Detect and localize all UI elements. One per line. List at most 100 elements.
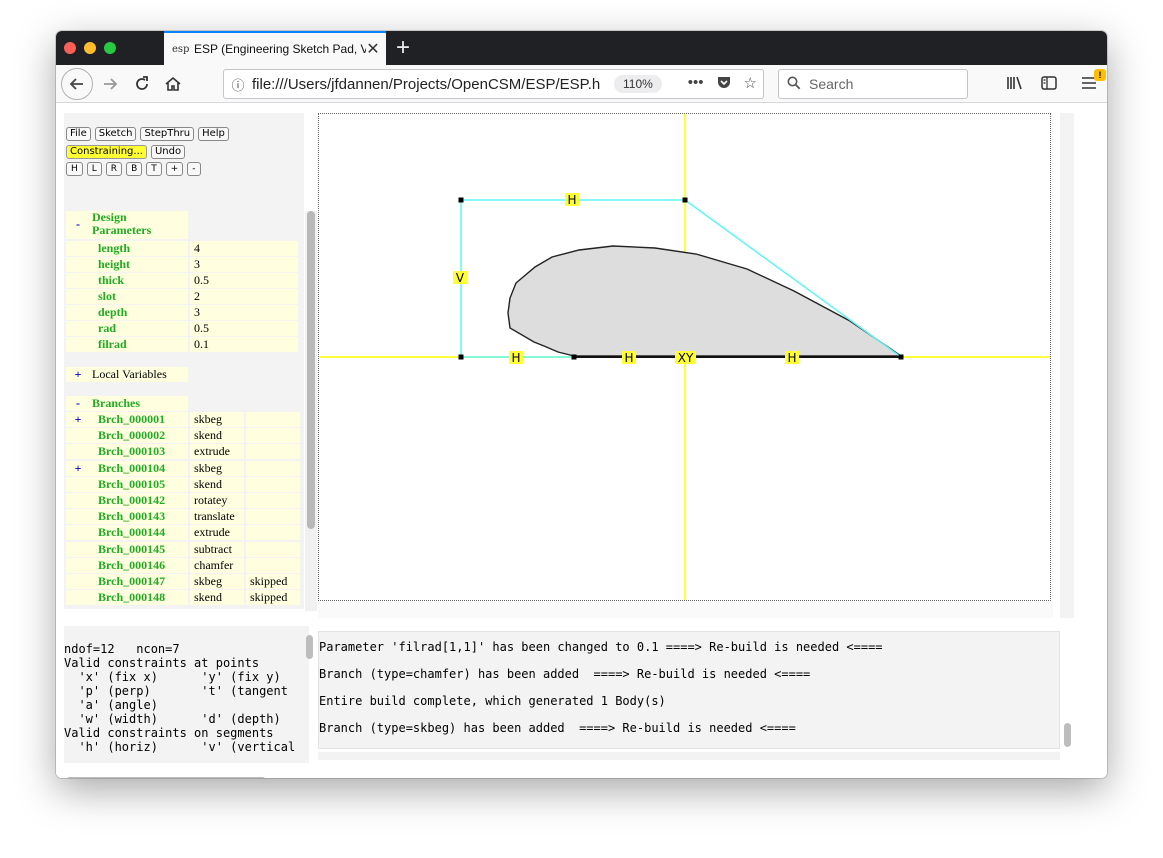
branch-row[interactable]: Brch_000002 skend — [66, 428, 300, 443]
home-button[interactable] — [159, 70, 187, 98]
branch-name[interactable]: Brch_000147 — [90, 574, 188, 589]
param-name[interactable]: thick — [90, 273, 188, 288]
design-parameters-row[interactable]: - Design Parameters — [66, 211, 188, 239]
tree-scrollbar[interactable] — [307, 211, 315, 529]
branch-row[interactable]: Brch_000143 translate — [66, 509, 300, 524]
branch-name[interactable]: Brch_000142 — [90, 493, 188, 508]
library-icon[interactable] — [1006, 75, 1024, 95]
constraint-badge[interactable]: H — [509, 351, 523, 365]
branch-row[interactable]: + Brch_000104 skbeg — [66, 461, 300, 476]
param-value[interactable]: 3 — [190, 305, 298, 320]
sketch-point[interactable] — [458, 197, 464, 203]
local-variables-label[interactable]: Local Variables — [90, 367, 188, 382]
reload-button[interactable] — [128, 70, 156, 98]
branch-type[interactable]: skbeg — [190, 412, 244, 427]
branch-row[interactable]: Brch_000145 subtract — [66, 542, 300, 557]
param-value[interactable]: 0.5 — [190, 273, 298, 288]
sketch-point[interactable] — [571, 354, 577, 360]
design-parameters-toggle[interactable]: - — [66, 211, 90, 239]
branch-name[interactable]: Brch_000001 — [90, 412, 188, 427]
branch-name[interactable]: Brch_000103 — [90, 444, 188, 459]
branch-row[interactable]: Brch_000144 extrude — [66, 525, 300, 540]
branch-toggle[interactable] — [66, 509, 90, 524]
branch-row[interactable]: Brch_000103 extrude — [66, 444, 300, 459]
sketch-svg[interactable]: H V H H XY H — [319, 114, 1050, 600]
local-variables-row[interactable]: + Local Variables — [66, 367, 188, 382]
branch-row[interactable]: Brch_000147 skbeg skipped — [66, 574, 300, 589]
branch-name[interactable]: Brch_000105 — [90, 477, 188, 492]
pocket-icon[interactable] — [716, 74, 732, 94]
param-value[interactable]: 0.1 — [190, 337, 298, 352]
param-value[interactable]: 0.5 — [190, 321, 298, 336]
view-left-button[interactable]: L — [86, 162, 102, 176]
branch-type[interactable]: subtract — [190, 542, 244, 557]
param-row[interactable]: length 4 — [66, 241, 298, 256]
tab-close-icon[interactable]: ✕ — [366, 39, 380, 59]
maximize-window-button[interactable] — [104, 42, 116, 54]
sketch-shape[interactable] — [507, 245, 904, 357]
stepthru-button[interactable]: StepThru — [140, 127, 195, 141]
constraining-button[interactable]: Constraining... — [66, 145, 147, 159]
branches-row[interactable]: - Branches — [66, 396, 188, 411]
branch-name[interactable]: Brch_000145 — [90, 542, 188, 557]
param-row[interactable]: rad 0.5 — [66, 321, 298, 336]
param-row[interactable]: height 3 — [66, 257, 298, 272]
info-icon[interactable]: ⓘ — [224, 75, 252, 94]
param-name[interactable]: filrad — [90, 337, 188, 352]
branch-type[interactable]: skbeg — [190, 574, 244, 589]
branch-name[interactable]: Brch_000143 — [90, 509, 188, 524]
param-row[interactable]: filrad 0.1 — [66, 337, 298, 352]
branch-toggle[interactable] — [66, 574, 90, 589]
address-bar[interactable]: ⓘ file:///Users/jfdannen/Projects/OpenCS… — [223, 69, 764, 99]
zoom-in-button[interactable]: + — [165, 162, 184, 176]
constraint-badge[interactable]: H — [622, 351, 636, 365]
minimize-window-button[interactable] — [84, 42, 96, 54]
branch-row[interactable]: Brch_000148 skend skipped — [66, 590, 300, 605]
back-button[interactable] — [61, 68, 93, 100]
info-vertical-scrollbar[interactable] — [306, 635, 313, 659]
hamburger-menu-button[interactable]: ! — [1080, 69, 1106, 95]
tab-esp[interactable]: esp ESP (Engineering Sketch Pad, V1 ✕ — [164, 31, 386, 65]
sketch-point[interactable] — [458, 354, 464, 360]
branch-row[interactable]: + Brch_000001 skbeg — [66, 412, 300, 427]
message-scrollbar[interactable] — [1064, 723, 1071, 747]
constraint-badge[interactable]: H — [785, 351, 799, 365]
branch-name[interactable]: Brch_000104 — [90, 461, 188, 476]
branch-toggle[interactable] — [66, 525, 90, 540]
info-horizontal-scrollbar[interactable] — [66, 777, 266, 778]
branch-name[interactable]: Brch_000002 — [90, 428, 188, 443]
view-top-button[interactable]: T — [146, 162, 162, 176]
param-name[interactable]: height — [90, 257, 188, 272]
sketch-point[interactable] — [682, 197, 688, 203]
branch-row[interactable]: Brch_000142 rotatey — [66, 493, 300, 508]
sketch-scrollbar[interactable] — [1060, 113, 1074, 618]
branch-type[interactable]: skend — [190, 590, 244, 605]
branch-toggle[interactable]: + — [66, 412, 90, 427]
param-name[interactable]: depth — [90, 305, 188, 320]
view-bottom-button[interactable]: B — [126, 162, 143, 176]
param-name[interactable]: length — [90, 241, 188, 256]
sidebar-toggle-icon[interactable] — [1040, 75, 1058, 95]
sketch-canvas[interactable]: H V H H XY H — [318, 113, 1051, 601]
branch-toggle[interactable]: + — [66, 461, 90, 476]
branch-toggle[interactable] — [66, 493, 90, 508]
branch-row[interactable]: Brch_000146 chamfer — [66, 558, 300, 573]
branch-type[interactable]: extrude — [190, 525, 244, 540]
param-value[interactable]: 3 — [190, 257, 298, 272]
forward-button[interactable] — [96, 70, 124, 98]
zoom-indicator[interactable]: 110% — [614, 75, 662, 93]
param-value[interactable]: 4 — [190, 241, 298, 256]
sketch-button[interactable]: Sketch — [94, 127, 137, 141]
param-name[interactable]: slot — [90, 289, 188, 304]
design-parameters-label[interactable]: Design Parameters — [90, 211, 188, 239]
constraint-badge[interactable]: H — [565, 193, 579, 207]
branch-toggle[interactable] — [66, 444, 90, 459]
branch-toggle[interactable] — [66, 590, 90, 605]
branch-type[interactable]: extrude — [190, 444, 244, 459]
constraint-badge[interactable]: V — [453, 271, 467, 285]
branch-type[interactable]: translate — [190, 509, 244, 524]
help-button[interactable]: Help — [198, 127, 229, 141]
branch-toggle[interactable] — [66, 542, 90, 557]
param-row[interactable]: slot 2 — [66, 289, 298, 304]
branch-toggle[interactable] — [66, 558, 90, 573]
